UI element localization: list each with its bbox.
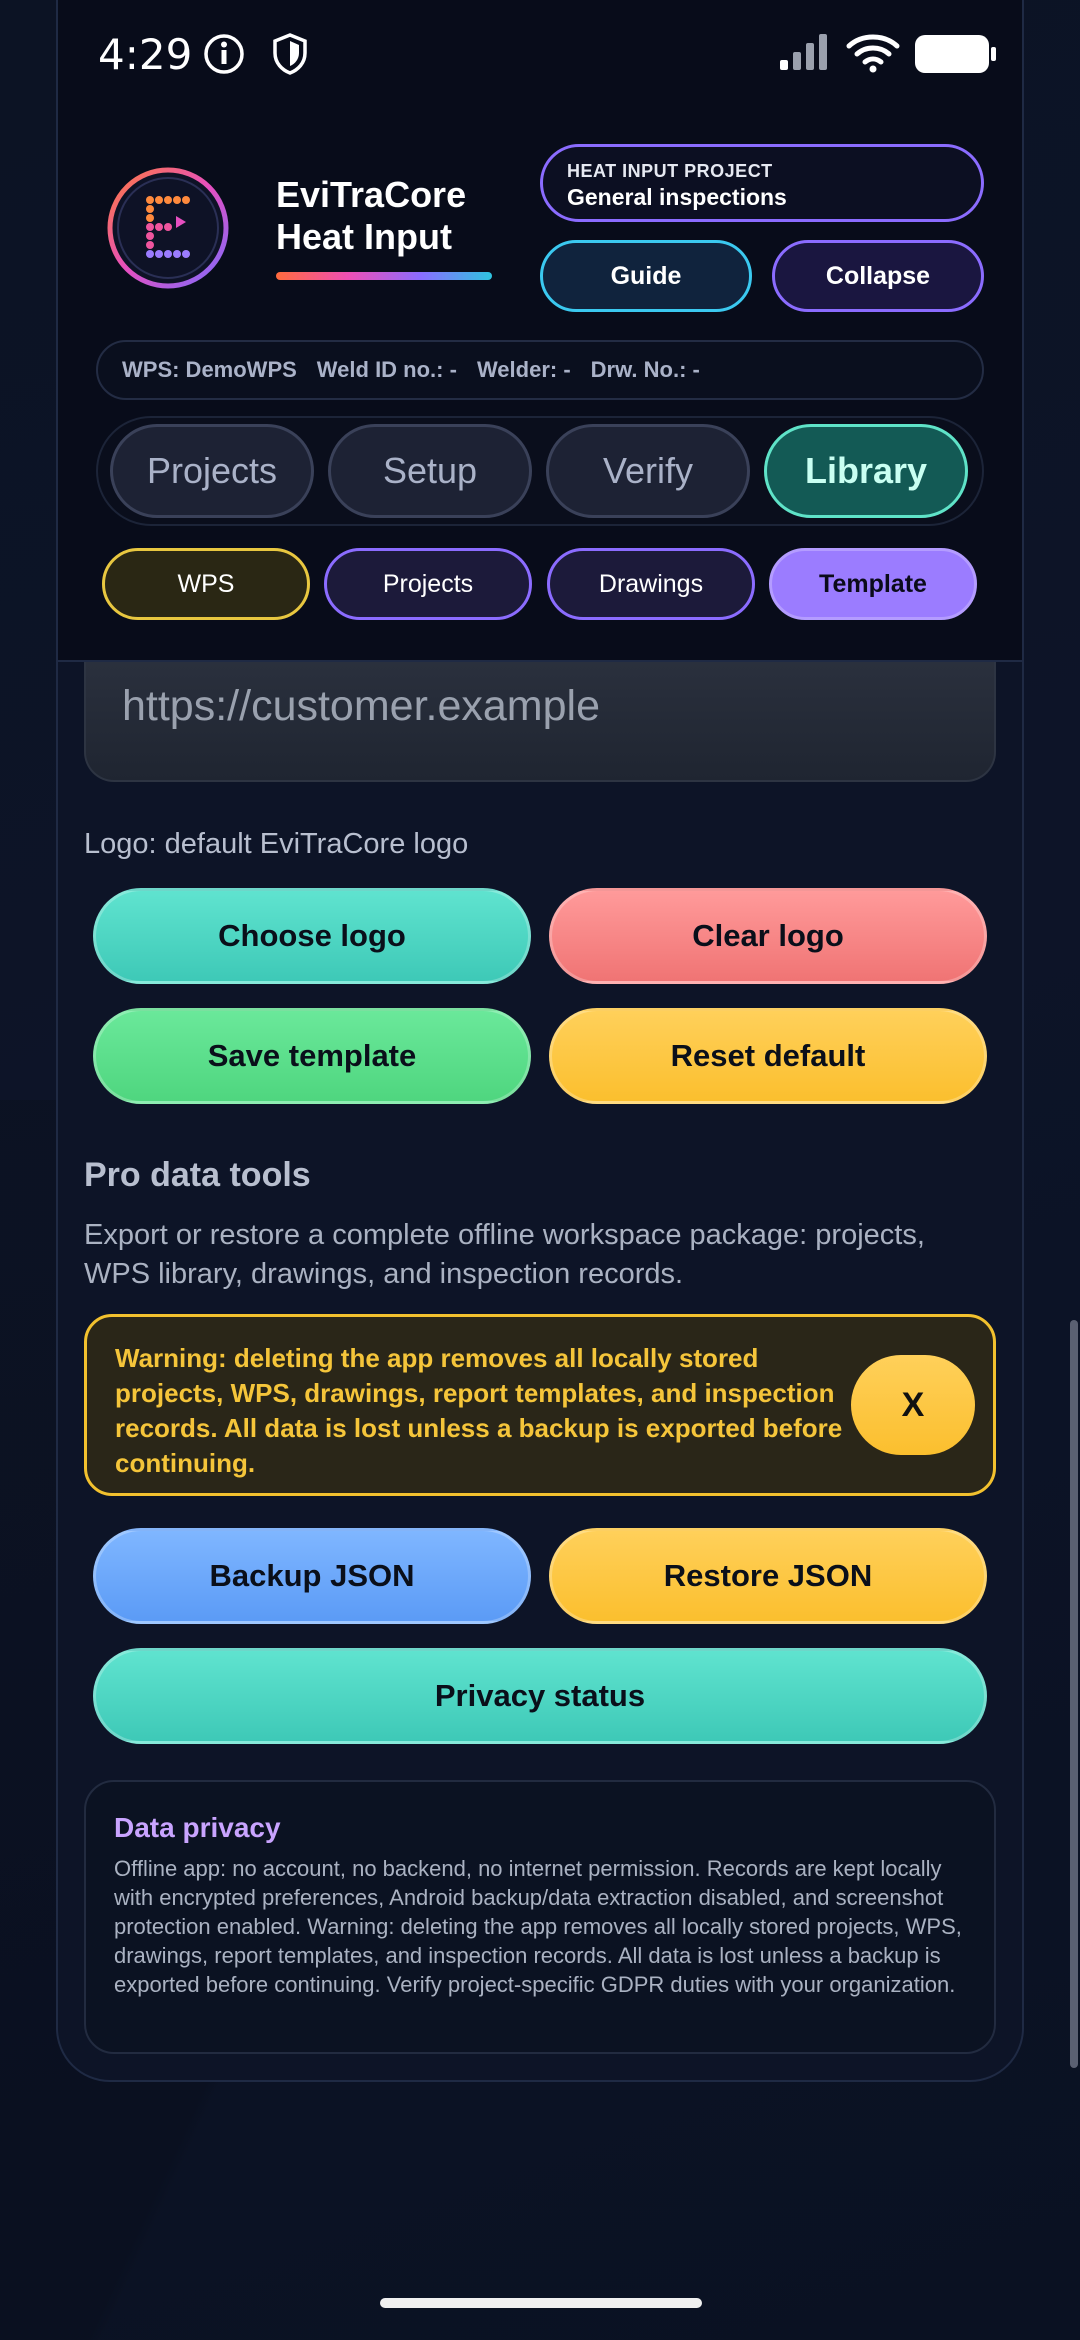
title-accent-bar <box>276 272 492 280</box>
subtab-template[interactable]: Template <box>769 548 977 620</box>
choose-logo-button[interactable]: Choose logo <box>93 888 531 984</box>
tab-projects[interactable]: Projects <box>110 424 314 518</box>
project-selector[interactable]: HEAT INPUT PROJECT General inspections <box>540 144 984 222</box>
collapse-button[interactable]: Collapse <box>772 240 984 312</box>
subtab-projects[interactable]: Projects <box>324 548 532 620</box>
customer-url-input[interactable]: https://customer.example <box>84 662 996 782</box>
wifi-icon <box>846 34 900 73</box>
scrollbar[interactable] <box>1070 1320 1078 2068</box>
data-privacy-title: Data privacy <box>114 1812 281 1843</box>
meta-welder: Welder: - <box>476 357 571 382</box>
privacy-status-button[interactable]: Privacy status <box>93 1648 987 1744</box>
app-title: EviTraCore Heat Input <box>276 174 466 258</box>
pro-data-tools-title: Pro data tools <box>84 1156 311 1194</box>
restore-json-button[interactable]: Restore JSON <box>549 1528 987 1624</box>
meta-drawing: Drw. No.: - <box>590 357 700 382</box>
logo-status-text: Logo: default EviTraCore logo <box>84 828 469 860</box>
signal-icon <box>780 34 827 70</box>
battery-icon <box>915 35 996 73</box>
tab-setup[interactable]: Setup <box>328 424 532 518</box>
pro-data-tools-description: Export or restore a complete offline wor… <box>84 1219 925 1290</box>
info-icon <box>204 34 244 74</box>
evitracore-logo <box>107 167 229 289</box>
project-selector-value: General inspections <box>567 184 787 210</box>
subtab-wps[interactable]: WPS <box>102 548 310 620</box>
home-indicator[interactable] <box>380 2298 702 2308</box>
shield-icon <box>273 33 307 75</box>
data-privacy-card: Data privacy Offline app: no account, no… <box>84 1780 996 2054</box>
status-time: 4:29 <box>98 30 193 79</box>
tab-library[interactable]: Library <box>764 424 968 518</box>
weld-meta-bar: WPS: DemoWPS Weld ID no.: - Welder: - Dr… <box>96 340 984 400</box>
app-title-line1: EviTraCore <box>276 174 467 215</box>
guide-button[interactable]: Guide <box>540 240 752 312</box>
data-loss-warning: Warning: deleting the app removes all lo… <box>84 1314 996 1496</box>
dismiss-warning-button[interactable]: X <box>851 1355 975 1455</box>
backup-json-button[interactable]: Backup JSON <box>93 1528 531 1624</box>
app-title-line2: Heat Input <box>276 216 452 257</box>
customer-url-value: https://customer.example <box>122 682 600 730</box>
clear-logo-button[interactable]: Clear logo <box>549 888 987 984</box>
reset-default-button[interactable]: Reset default <box>549 1008 987 1104</box>
data-privacy-body: Offline app: no account, no backend, no … <box>114 1856 962 1997</box>
subtab-drawings[interactable]: Drawings <box>547 548 755 620</box>
warning-text: Warning: deleting the app removes all lo… <box>115 1343 843 1478</box>
meta-wps: WPS: DemoWPS <box>122 357 297 382</box>
project-selector-label: HEAT INPUT PROJECT <box>567 161 773 181</box>
save-template-button[interactable]: Save template <box>93 1008 531 1104</box>
meta-weld-id: Weld ID no.: - <box>316 357 457 382</box>
tab-verify[interactable]: Verify <box>546 424 750 518</box>
